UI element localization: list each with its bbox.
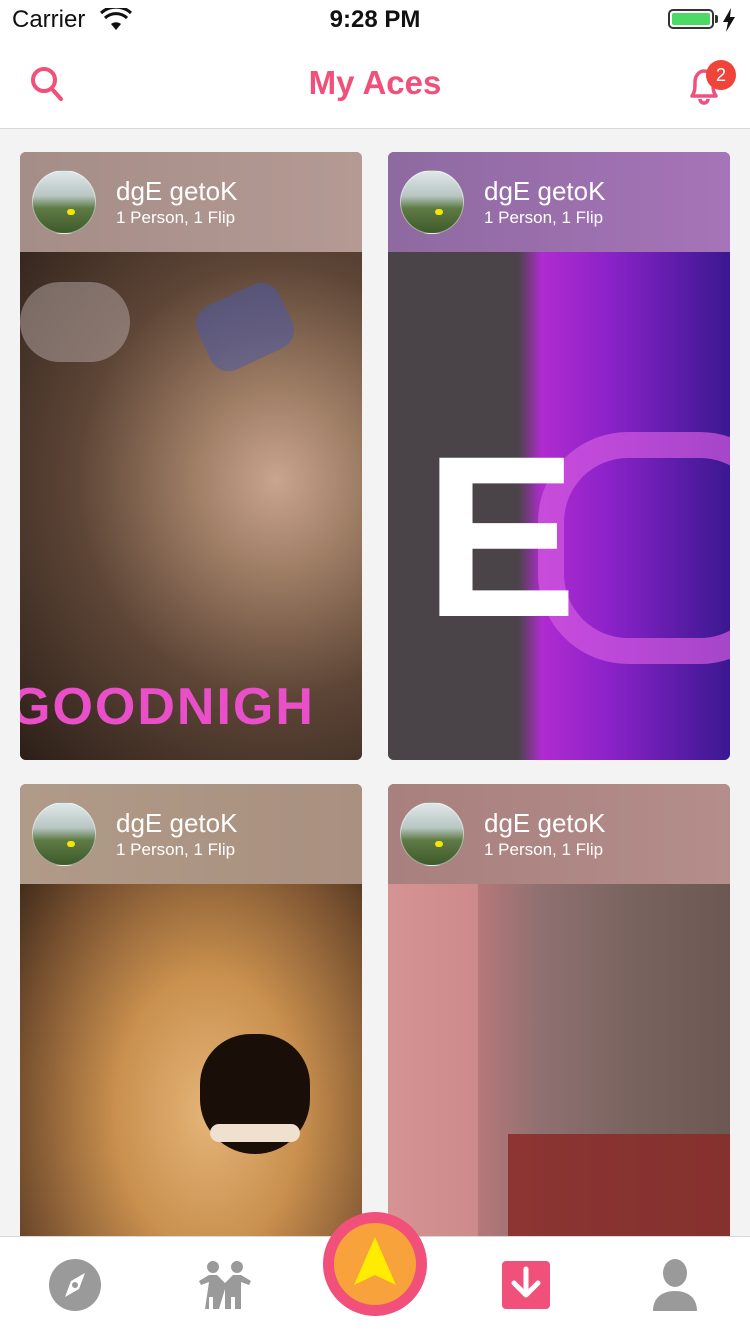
charging-icon xyxy=(723,8,735,32)
card-author: dgE getoK xyxy=(484,176,606,206)
download-icon xyxy=(502,1261,550,1309)
ace-media: E xyxy=(388,252,730,760)
profile-icon xyxy=(653,1259,697,1311)
tab-friends[interactable] xyxy=(195,1255,255,1315)
ace-card[interactable]: dgE getoK 1 Person, 1 Flip xyxy=(20,784,362,1236)
tab-profile[interactable] xyxy=(645,1255,705,1315)
card-author: dgE getoK xyxy=(116,176,238,206)
ace-card[interactable]: dgE getoK 1 Person, 1 Flip xyxy=(388,784,730,1236)
page-title: My Aces xyxy=(308,64,442,101)
clock: 9:28 PM xyxy=(329,6,421,33)
ace-card-header: dgE getoK 1 Person, 1 Flip xyxy=(388,152,730,252)
ace-icon xyxy=(354,1237,396,1285)
media-caption: GOODNIGH xyxy=(20,678,315,736)
notification-badge: 2 xyxy=(706,60,736,90)
create-ace-button[interactable] xyxy=(323,1212,427,1316)
ace-media: GOODNIGH xyxy=(20,252,362,760)
people-icon xyxy=(199,1261,251,1309)
avatar xyxy=(32,802,96,866)
card-author: dgE getoK xyxy=(484,808,606,838)
create-ace-inner xyxy=(334,1223,416,1305)
ace-card[interactable]: E dgE getoK 1 Person, 1 Flip xyxy=(388,152,730,760)
card-meta: 1 Person, 1 Flip xyxy=(116,208,236,227)
aces-grid: GOODNIGH dgE getoK 1 Person, 1 Flip E dg… xyxy=(0,129,750,1236)
ace-media xyxy=(20,884,362,1236)
compass-icon xyxy=(49,1259,101,1311)
avatar xyxy=(400,170,464,234)
avatar xyxy=(32,170,96,234)
status-bar: Carrier 9:28 PM xyxy=(0,0,750,40)
tab-my-aces[interactable] xyxy=(496,1255,556,1315)
avatar xyxy=(400,802,464,866)
battery-tip xyxy=(715,15,718,23)
tab-explore[interactable] xyxy=(45,1255,105,1315)
ace-card-header: dgE getoK 1 Person, 1 Flip xyxy=(20,784,362,884)
ace-card-header: dgE getoK 1 Person, 1 Flip xyxy=(20,152,362,252)
card-meta: 1 Person, 1 Flip xyxy=(116,840,236,859)
ace-media xyxy=(388,884,730,1236)
media-caption: E xyxy=(424,408,578,665)
ace-card[interactable]: GOODNIGH dgE getoK 1 Person, 1 Flip xyxy=(20,152,362,760)
nav-bar: My Aces xyxy=(0,40,750,129)
battery-icon xyxy=(668,9,714,29)
card-author: dgE getoK xyxy=(116,808,238,838)
card-meta: 1 Person, 1 Flip xyxy=(484,208,604,227)
card-meta: 1 Person, 1 Flip xyxy=(484,840,604,859)
ace-card-header: dgE getoK 1 Person, 1 Flip xyxy=(388,784,730,884)
